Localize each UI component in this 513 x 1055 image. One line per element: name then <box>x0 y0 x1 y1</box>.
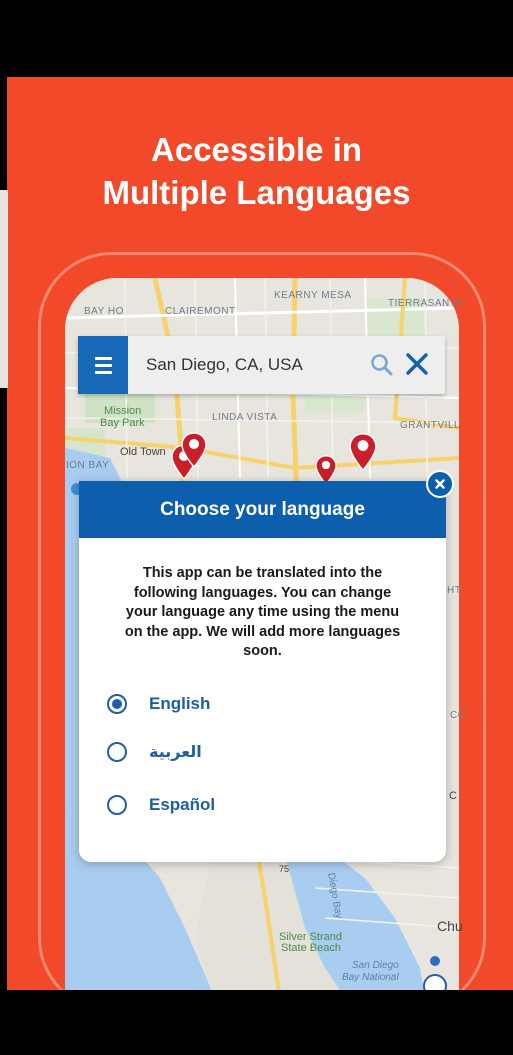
radio-button[interactable] <box>107 694 127 714</box>
map-label-old-town: Old Town <box>120 446 166 458</box>
map-label-co: CO <box>450 710 466 721</box>
map-label-mission-1: Mission <box>104 405 142 417</box>
language-label: English <box>149 694 211 713</box>
map-label-silver-strand-2: State Beach <box>281 942 341 954</box>
search-icon[interactable] <box>370 353 394 377</box>
search-input[interactable]: San Diego, CA, USA <box>146 355 303 375</box>
language-option-arabic[interactable]: العربية <box>107 740 202 764</box>
map-label-bay-ho: BAY HO <box>84 306 124 317</box>
language-option-english[interactable]: English <box>107 692 210 716</box>
map-pin-icon[interactable] <box>349 432 377 472</box>
headline-line-2: Multiple Languages <box>102 174 411 211</box>
map-label-mission-2: Bay Park <box>100 417 145 429</box>
map-label-chula: Chu <box>437 918 463 934</box>
map-label-linda-vista: LINDA VISTA <box>212 412 278 423</box>
map-label-san-diego-bay-1: San Diego <box>352 960 399 971</box>
map-label-clairemont: CLAIREMONT <box>165 306 236 317</box>
map-label-mission-bay: ION BAY <box>66 460 110 471</box>
promo-headline: Accessible in Multiple Languages <box>0 128 513 214</box>
map-pin-icon[interactable] <box>181 432 207 468</box>
map-label-san-diego-bay-2: Bay National <box>342 972 399 983</box>
language-label: العربية <box>149 744 202 761</box>
search-bar: San Diego, CA, USA <box>78 336 445 394</box>
bottom-letterbox <box>0 990 513 1055</box>
dialog-message: This app can be translated into the foll… <box>124 565 401 659</box>
radio-button[interactable] <box>107 795 127 815</box>
dialog-title: Choose your language <box>79 481 446 538</box>
map-label-c: C <box>449 790 457 802</box>
side-edge-tab <box>0 190 8 388</box>
map-label-tierrasanta: TIERRASANTA <box>388 298 463 309</box>
radio-button[interactable] <box>107 742 127 762</box>
map-label-kearny-mesa: KEARNY MESA <box>274 290 352 301</box>
top-letterbox <box>0 0 513 77</box>
close-circle-icon <box>435 479 445 489</box>
map-label-ht: HT <box>447 585 462 596</box>
language-dialog: Choose your language This app can be tra… <box>79 470 454 862</box>
menu-button[interactable] <box>78 336 128 394</box>
hamburger-icon <box>94 356 112 360</box>
headline-line-1: Accessible in <box>151 131 362 168</box>
language-label: Español <box>149 795 216 814</box>
dialog-close-button[interactable] <box>426 470 454 498</box>
close-icon[interactable] <box>404 351 430 377</box>
map-label-grantville: GRANTVILL <box>400 420 461 431</box>
language-option-spanish[interactable]: Español <box>107 793 215 817</box>
map-label-route-75: 75 <box>279 864 290 874</box>
